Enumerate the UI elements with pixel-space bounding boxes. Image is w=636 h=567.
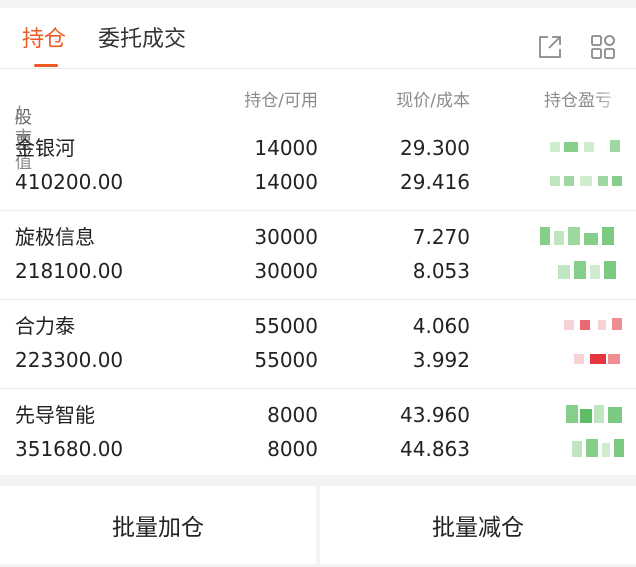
table-row[interactable]: 先导智能 351680.00 8000 8000 43.960 44.863 [0,388,636,477]
stock-name: 合力泰 [15,314,75,338]
cost-price: 8.053 [412,259,470,283]
profit-loss-amount-pixelated [528,136,628,158]
available-quantity: 30000 [254,259,318,283]
cost-price: 3.992 [412,348,470,372]
available-quantity: 55000 [254,348,318,372]
holding-quantity: 55000 [254,314,318,338]
profit-loss-ratio-pixelated [528,259,628,281]
batch-reduce-button[interactable]: 批量减仓 [320,486,636,564]
stock-name: 金银河 [15,136,75,160]
current-price: 7.270 [412,225,470,249]
tab-holdings[interactable]: 持仓 [22,25,66,55]
column-price-cost: 现价/成本 [396,91,470,111]
grid-layout-icon[interactable] [589,33,617,61]
external-link-icon[interactable] [536,33,564,61]
column-hold-available: 持仓/可用 [244,91,318,111]
holding-quantity: 14000 [254,136,318,160]
table-row[interactable]: 金银河 410200.00 14000 14000 29.300 29.416 [0,121,636,211]
table-row[interactable]: 旋极信息 218100.00 30000 30000 7.270 8.053 [0,210,636,300]
tab-bar: 持仓 委托成交 [0,8,636,68]
column-profit-loss: 持仓盈亏 [544,91,612,111]
current-price: 43.960 [400,403,470,427]
tab-orders-trades[interactable]: 委托成交 [98,25,186,55]
available-quantity: 14000 [254,170,318,194]
profit-loss-ratio-pixelated [528,348,628,370]
current-price: 4.060 [412,314,470,338]
profit-loss-ratio-pixelated [528,437,628,459]
holding-quantity: 30000 [254,225,318,249]
current-price: 29.300 [400,136,470,160]
market-value: 351680.00 [15,437,124,461]
batch-add-button[interactable]: 批量加仓 [0,486,316,564]
table-row[interactable]: 合力泰 223300.00 55000 55000 4.060 3.992 [0,299,636,389]
stock-name: 旋极信息 [15,225,95,249]
profit-loss-amount-pixelated [528,314,628,336]
positions-panel: 持仓 委托成交 股票/市值 持仓/可用 现价/成本 持仓盈亏 金银河 41020… [0,8,636,475]
profit-loss-amount-pixelated [528,403,628,425]
active-tab-indicator [34,64,58,67]
stock-name: 先导智能 [15,403,95,427]
market-value: 218100.00 [15,259,124,283]
market-value: 223300.00 [15,348,124,372]
cost-price: 44.863 [400,437,470,461]
market-value: 410200.00 [15,170,124,194]
bottom-action-bar: 批量加仓 批量减仓 [0,486,636,564]
holding-quantity: 8000 [267,403,318,427]
profit-loss-amount-pixelated [528,225,628,247]
table-header: 股票/市值 持仓/可用 现价/成本 持仓盈亏 [0,68,636,173]
cost-price: 29.416 [400,170,470,194]
profit-loss-ratio-pixelated [528,170,628,192]
available-quantity: 8000 [267,437,318,461]
